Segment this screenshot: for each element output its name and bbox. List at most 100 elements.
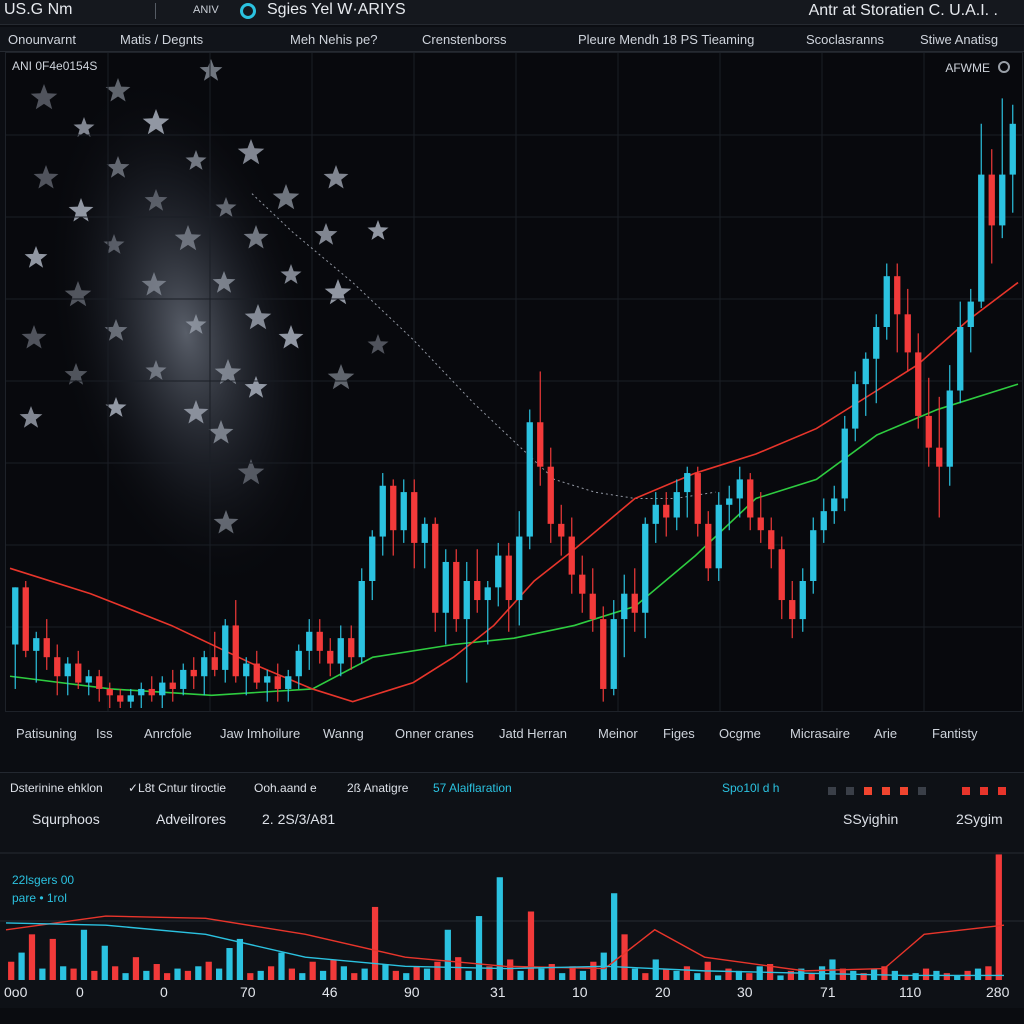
volume-bar <box>663 968 670 980</box>
candle <box>946 365 953 486</box>
candle <box>516 511 523 626</box>
volume-bar <box>756 966 763 980</box>
candle-body <box>568 536 575 575</box>
candle-body <box>43 638 50 658</box>
candle-body <box>190 669 197 677</box>
candle-body <box>400 492 407 531</box>
price-chart-panel[interactable]: ANI 0F4e0154S AFWME <box>5 52 1023 712</box>
candle <box>841 415 848 512</box>
candle <box>505 542 512 632</box>
candle-body <box>232 625 239 677</box>
x-tick-label: Arie <box>874 726 898 741</box>
volume-bar <box>943 973 950 980</box>
candle-body <box>222 625 229 670</box>
menu-item[interactable]: Onounvarnt <box>8 32 76 47</box>
candle-body <box>64 663 71 677</box>
menu-item[interactable]: Pleure Mendh 18 PS Tieaming <box>578 32 754 47</box>
x-tick-label: 90 <box>404 984 420 1000</box>
volume-bar <box>392 970 399 980</box>
volume-bar <box>579 970 587 980</box>
candle-body <box>12 587 19 645</box>
candle <box>705 511 712 581</box>
candle <box>253 650 260 689</box>
menu-item[interactable]: Stiwe Anatisg <box>920 32 998 47</box>
candle-body <box>705 523 712 569</box>
close-icon[interactable] <box>998 61 1010 73</box>
menu-item[interactable]: Matis / Degnts <box>120 32 203 47</box>
candle-body <box>768 530 775 550</box>
volume-bar <box>507 959 514 980</box>
live-status-icon <box>240 3 256 19</box>
candle-body <box>127 695 134 702</box>
candle-body <box>337 638 344 664</box>
candle <box>358 568 365 664</box>
ticker-name[interactable]: Sgies Yel W·ARIYS <box>267 1 406 19</box>
candle-body <box>159 682 166 696</box>
volume-bar <box>247 973 254 980</box>
volume-bar <box>257 970 264 980</box>
volume-bar <box>299 973 306 980</box>
candle-body <box>726 498 733 505</box>
volume-bar <box>985 966 992 980</box>
volume-bar <box>330 959 337 980</box>
candle <box>337 625 344 677</box>
star-shape <box>30 84 58 110</box>
candle <box>904 288 911 372</box>
x-axis-labels: Patisuning Iss Anrcfole Jaw Imhoilure Wa… <box>0 726 1024 746</box>
candle-body <box>904 314 911 353</box>
star-shape <box>314 223 338 245</box>
volume-bar <box>922 968 930 980</box>
candle <box>484 581 491 645</box>
candle <box>778 536 785 620</box>
candle <box>978 123 985 308</box>
volume-chart[interactable] <box>0 773 1024 1008</box>
candle <box>642 517 649 639</box>
candle-body <box>327 650 334 664</box>
candle-body <box>820 511 827 531</box>
x-tick-label: 20 <box>655 984 671 1000</box>
menu-item[interactable]: Scoclasranns <box>806 32 884 47</box>
candle <box>400 479 407 543</box>
volume-bar <box>538 968 545 980</box>
volume-bar <box>226 948 233 980</box>
candle <box>442 549 449 645</box>
candle <box>925 377 932 467</box>
candle <box>75 650 82 689</box>
candle <box>852 371 859 442</box>
candle-body <box>316 631 323 651</box>
panel-mode-label[interactable]: AFWME <box>945 61 990 75</box>
x-tick-label: Iss <box>96 726 113 741</box>
x-tick-label: 46 <box>322 984 338 1000</box>
symbol-label[interactable]: ANIV <box>193 4 219 16</box>
x-tick-label: 31 <box>490 984 506 1000</box>
volume-bar <box>215 968 223 980</box>
volume-bar <box>548 964 555 980</box>
star-shape <box>367 334 389 354</box>
star-shape <box>367 220 389 240</box>
candle <box>663 492 670 537</box>
candle-body <box>957 327 964 391</box>
volume-bar <box>371 906 379 980</box>
candle <box>747 473 754 531</box>
candle <box>915 333 922 429</box>
volume-bar <box>683 966 691 980</box>
candle-body <box>474 581 481 601</box>
menu-item[interactable]: Meh Nehis pe? <box>290 32 377 47</box>
candle-body <box>106 688 113 696</box>
candle <box>726 485 733 531</box>
x-tick-label: 10 <box>572 984 588 1000</box>
candle-body <box>421 523 428 543</box>
x-tick-label: 30 <box>737 984 753 1000</box>
candle <box>201 650 208 696</box>
price-chart[interactable] <box>6 53 1022 711</box>
volume-panel[interactable]: Dsterinine ehklon ✓L8t Cntur tiroctie Oo… <box>0 772 1024 1008</box>
menu-item[interactable]: Crenstenborss <box>422 32 507 47</box>
candle-body <box>684 473 691 493</box>
candle <box>463 561 470 683</box>
volume-bar <box>122 973 129 980</box>
candle-body <box>117 695 124 702</box>
volume-bar <box>112 966 119 980</box>
candle <box>894 263 901 353</box>
volume-bar <box>70 968 77 980</box>
candle-body <box>936 447 943 467</box>
